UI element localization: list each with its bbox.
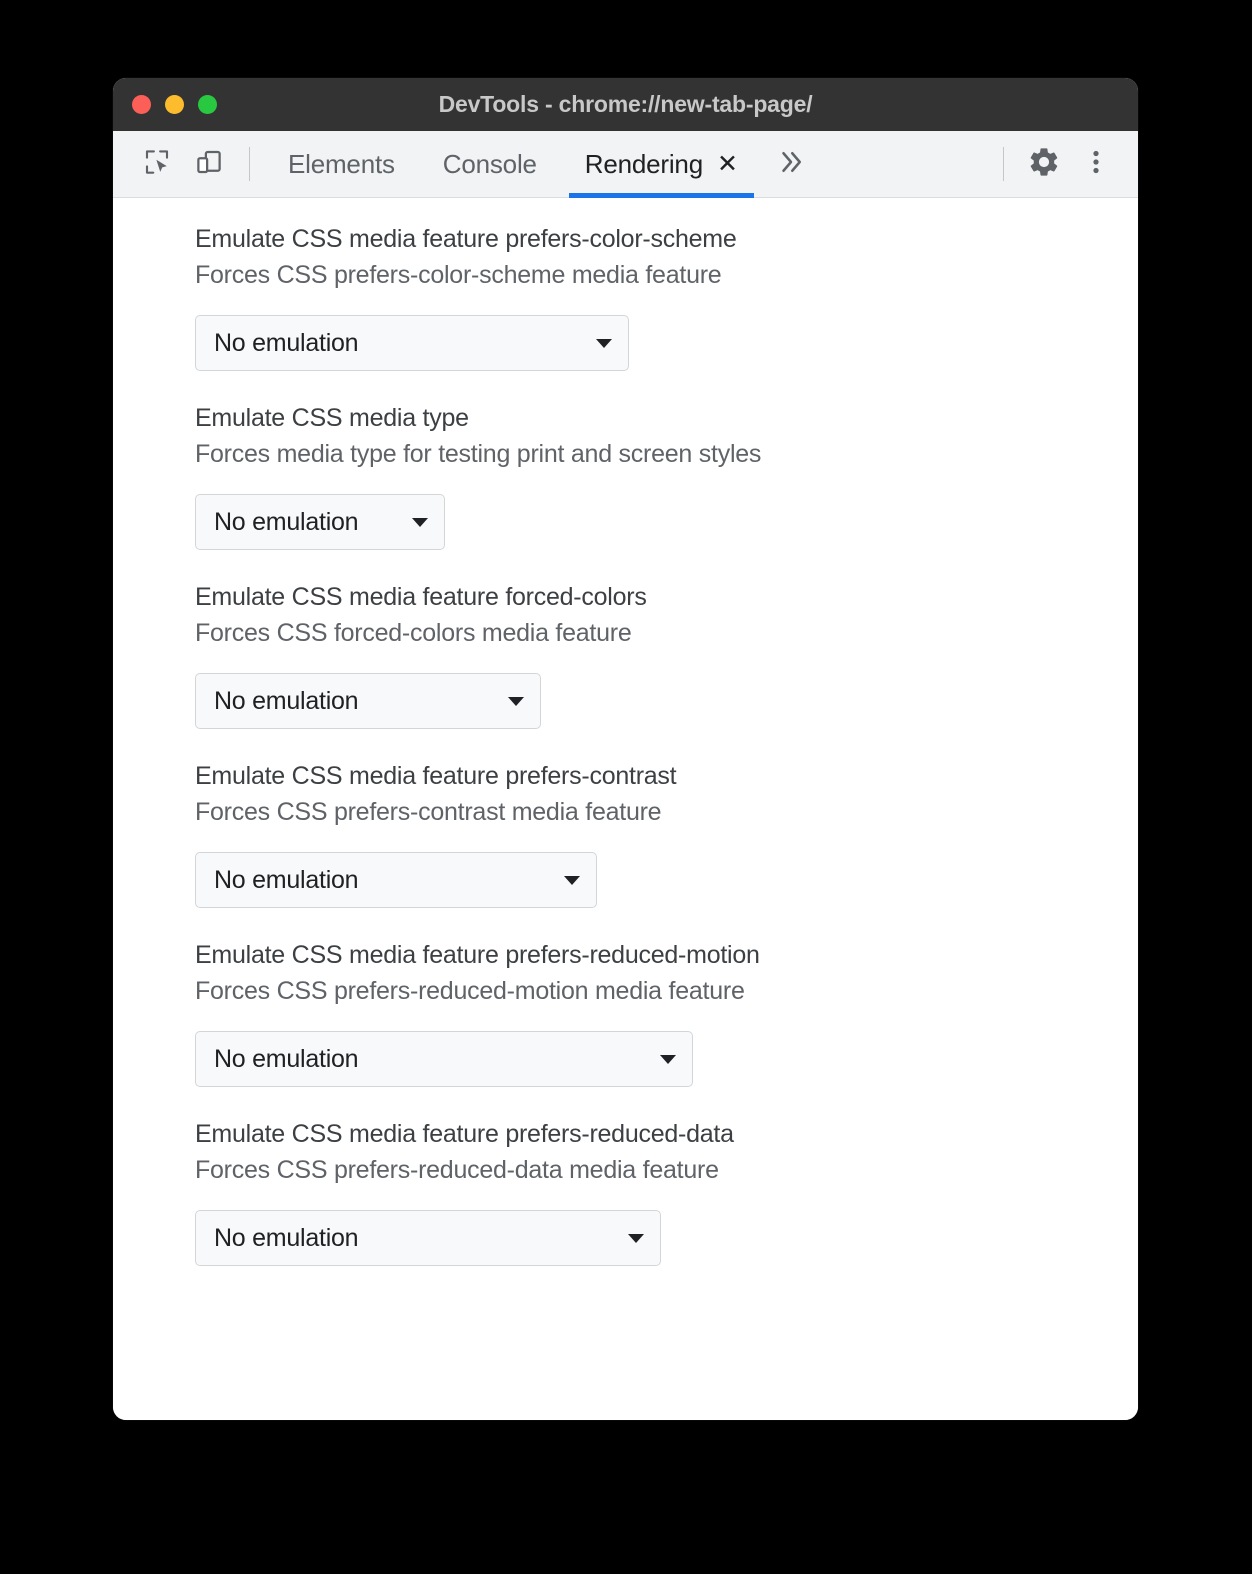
setting-title: Emulate CSS media feature prefers-reduce…	[195, 941, 760, 969]
tab-rendering[interactable]: Rendering ✕	[561, 131, 762, 198]
setting-prefers-reduced-motion: Emulate CSS media feature prefers-reduce…	[113, 938, 1138, 1087]
inspect-element-button[interactable]	[131, 138, 183, 190]
prefers-reduced-data-select[interactable]: No emulation	[195, 1210, 661, 1266]
forced-colors-select[interactable]: No emulation	[195, 673, 541, 729]
tab-elements[interactable]: Elements	[264, 131, 419, 198]
setting-title: Emulate CSS media feature prefers-contra…	[195, 762, 677, 790]
tab-console[interactable]: Console	[419, 131, 561, 198]
setting-description: Forces media type for testing print and …	[195, 439, 762, 468]
window-titlebar: DevTools - chrome://new-tab-page/	[113, 78, 1138, 131]
setting-description: Forces CSS prefers-reduced-motion media …	[195, 976, 745, 1005]
select-value: No emulation	[214, 328, 359, 357]
chevron-down-icon	[660, 1054, 676, 1064]
prefers-reduced-motion-select[interactable]: No emulation	[195, 1031, 693, 1087]
setting-title: Emulate CSS media feature prefers-color-…	[195, 225, 737, 253]
setting-description: Forces CSS prefers-color-scheme media fe…	[195, 260, 722, 289]
close-window-button[interactable]	[132, 95, 151, 114]
setting-title: Emulate CSS media feature prefers-reduce…	[195, 1120, 734, 1148]
chevron-double-right-icon	[776, 147, 806, 182]
tab-console-label: Console	[442, 148, 537, 179]
chevron-down-icon	[628, 1233, 644, 1243]
minimize-window-button[interactable]	[165, 95, 184, 114]
setting-prefers-contrast: Emulate CSS media feature prefers-contra…	[113, 759, 1138, 908]
settings-button[interactable]	[1018, 138, 1070, 190]
inspect-element-icon	[142, 147, 172, 182]
device-toolbar-icon	[194, 147, 224, 182]
window-title: DevTools - chrome://new-tab-page/	[438, 91, 813, 117]
panel-tabs: Elements Console Rendering ✕	[264, 131, 762, 198]
traffic-lights	[132, 78, 217, 131]
media-type-select[interactable]: No emulation	[195, 494, 445, 550]
setting-media-type: Emulate CSS media type Forces media type…	[113, 401, 1138, 550]
select-value: No emulation	[214, 686, 359, 715]
select-value: No emulation	[214, 1223, 359, 1252]
chevron-down-icon	[596, 338, 612, 348]
devtools-toolbar: Elements Console Rendering ✕	[113, 131, 1138, 198]
rendering-panel: Emulate CSS media feature prefers-color-…	[113, 198, 1138, 1420]
prefers-color-scheme-select[interactable]: No emulation	[195, 315, 629, 371]
tab-rendering-label: Rendering	[584, 148, 703, 179]
setting-title: Emulate CSS media feature forced-colors	[195, 583, 647, 611]
select-value: No emulation	[214, 865, 359, 894]
setting-prefers-reduced-data: Emulate CSS media feature prefers-reduce…	[113, 1117, 1138, 1266]
kebab-menu-icon	[1081, 147, 1111, 182]
chevron-down-icon	[412, 517, 428, 527]
select-value: No emulation	[214, 507, 359, 536]
tab-rendering-close-icon[interactable]: ✕	[717, 151, 738, 177]
more-tabs-button[interactable]	[762, 131, 820, 198]
select-value: No emulation	[214, 1044, 359, 1073]
gear-icon	[1027, 145, 1061, 184]
setting-forced-colors: Emulate CSS media feature forced-colors …	[113, 580, 1138, 729]
setting-title: Emulate CSS media type	[195, 404, 469, 432]
device-toolbar-button[interactable]	[183, 138, 235, 190]
tab-elements-label: Elements	[288, 148, 395, 179]
setting-description: Forces CSS prefers-contrast media featur…	[195, 797, 662, 826]
toolbar-right-group	[989, 138, 1138, 190]
setting-description: Forces CSS forced-colors media feature	[195, 618, 632, 647]
toolbar-divider	[249, 147, 250, 181]
devtools-window: DevTools - chrome://new-tab-page/ Elemen…	[113, 78, 1138, 1420]
chevron-down-icon	[508, 696, 524, 706]
main-menu-button[interactable]	[1070, 138, 1122, 190]
setting-prefers-color-scheme: Emulate CSS media feature prefers-color-…	[113, 222, 1138, 371]
screen-background: DevTools - chrome://new-tab-page/ Elemen…	[0, 0, 1252, 1574]
chevron-down-icon	[564, 875, 580, 885]
prefers-contrast-select[interactable]: No emulation	[195, 852, 597, 908]
maximize-window-button[interactable]	[198, 95, 217, 114]
toolbar-right-divider	[1003, 147, 1004, 181]
setting-description: Forces CSS prefers-reduced-data media fe…	[195, 1155, 719, 1184]
